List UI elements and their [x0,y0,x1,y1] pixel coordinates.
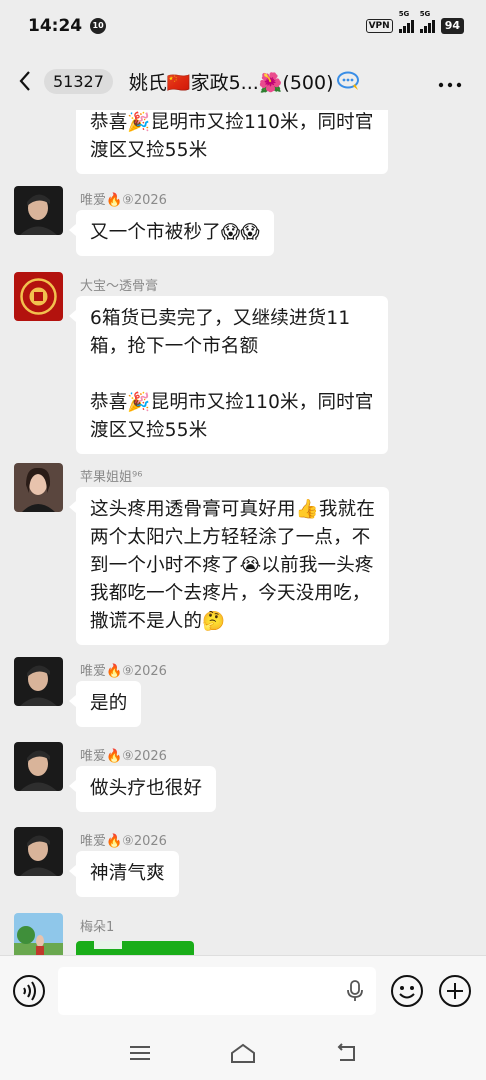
emoji-button[interactable] [390,974,424,1008]
message-item: 苹果姐姐⁹⁶ 这头疼用透骨膏可真好用👍我就在 两个太阳穴上方轻轻涂了一点，不 到… [14,463,474,645]
man-portrait-avatar-image [14,186,63,235]
network-type-2: 5G [419,10,431,18]
battery-icon: 94 [440,18,464,34]
man-portrait-avatar-image [14,827,63,876]
landscape-avatar-image [14,913,63,955]
more-options-button[interactable] [438,69,462,94]
sender-name: 梅朵1 [80,920,115,935]
message-bubble[interactable]: 恭喜🎉昆明市又捡110米，同时官 渡区又捡55米 [76,110,388,174]
avatar[interactable] [14,272,63,321]
message-input[interactable] [58,966,376,1015]
message-bubble[interactable]: 这头疼用透骨膏可真好用👍我就在 两个太阳穴上方轻轻涂了一点，不 到一个小时不疼了… [68,487,390,645]
red-logo-avatar-image [14,272,63,321]
sender-name: 唯爱🔥⑨2026 [80,193,167,208]
avatar[interactable] [14,463,63,512]
sender-name: 唯爱🔥⑨2026 [80,749,167,764]
message-item: 唯爱🔥⑨2026 神清气爽 [14,827,474,897]
voice-icon [13,974,45,1007]
more-dots-icon [438,82,462,87]
notification-count-badge: 10 [90,18,107,34]
more-functions-button[interactable] [438,974,472,1008]
image-message-preview[interactable] [76,941,194,955]
message-item: 恭喜🎉昆明市又捡110米，同时官 渡区又捡55米 [14,110,474,174]
signal-icon-1: 5G [398,10,414,33]
voice-input-button[interactable] [12,974,46,1008]
input-bar [0,955,486,1025]
back-nav-icon[interactable] [334,1042,358,1063]
avatar[interactable] [14,913,63,955]
menu-icon[interactable] [128,1044,152,1062]
message-bubble[interactable]: 神清气爽 [69,851,179,897]
message-item: 梅朵1 [14,913,474,955]
man-portrait-avatar-image [14,657,63,706]
message-item: 唯爱🔥⑨2026 又一个市被秒了😱😱 [14,186,474,256]
message-item: 唯爱🔥⑨2026 做头疗也很好 [14,742,474,812]
plus-icon [439,974,471,1007]
message-bubble[interactable]: 又一个市被秒了😱😱 [69,210,274,256]
woman-portrait-avatar-image [14,463,63,512]
chat-title[interactable]: 姚氏🇨🇳家政5...🌺(500) [129,68,334,95]
network-type-1: 5G [398,10,410,18]
message-list[interactable]: 恭喜🎉昆明市又捡110米，同时官 渡区又捡55米 唯爱🔥⑨2026 又一个市被秒… [0,110,486,955]
back-button[interactable] [6,52,44,110]
home-icon[interactable] [229,1042,257,1064]
message-item: 唯爱🔥⑨2026 是的 [14,657,474,727]
sender-name: 苹果姐姐⁹⁶ [80,470,143,485]
avatar[interactable] [14,742,63,791]
group-chat-icon [336,71,359,90]
message-bubble[interactable]: 6箱货已卖完了，又继续进货11 箱，抢下一个市名额 恭喜🎉昆明市又捡110米，同… [69,296,388,454]
vpn-icon: VPN [365,19,393,33]
unread-count-badge[interactable]: 51327 [44,68,113,94]
chevron-left-icon [19,71,30,91]
microphone-icon[interactable] [346,979,364,1002]
avatar[interactable] [14,827,63,876]
smiley-icon [391,974,423,1007]
message-item: 大宝～透骨膏 6箱货已卖完了，又继续进货11 箱，抢下一个市名额 恭喜🎉昆明市又… [14,272,474,454]
sender-name: 大宝～透骨膏 [80,279,159,294]
message-bubble[interactable]: 是的 [68,681,142,727]
signal-icon-2: 5G [419,10,435,33]
system-nav-bar [0,1025,486,1080]
avatar[interactable] [14,657,63,706]
chat-header: 51327 姚氏🇨🇳家政5...🌺(500) [0,52,486,110]
man-portrait-avatar-image [14,742,63,791]
status-bar: 14:24 10 VPN 5G 5G 94 [0,0,486,52]
status-time: 14:24 [28,16,83,36]
status-indicators: VPN 5G 5G 94 [365,10,464,34]
avatar[interactable] [14,186,63,235]
sender-name: 唯爱🔥⑨2026 [80,664,167,679]
sender-name: 唯爱🔥⑨2026 [80,834,167,849]
message-bubble[interactable]: 做头疗也很好 [68,766,217,812]
